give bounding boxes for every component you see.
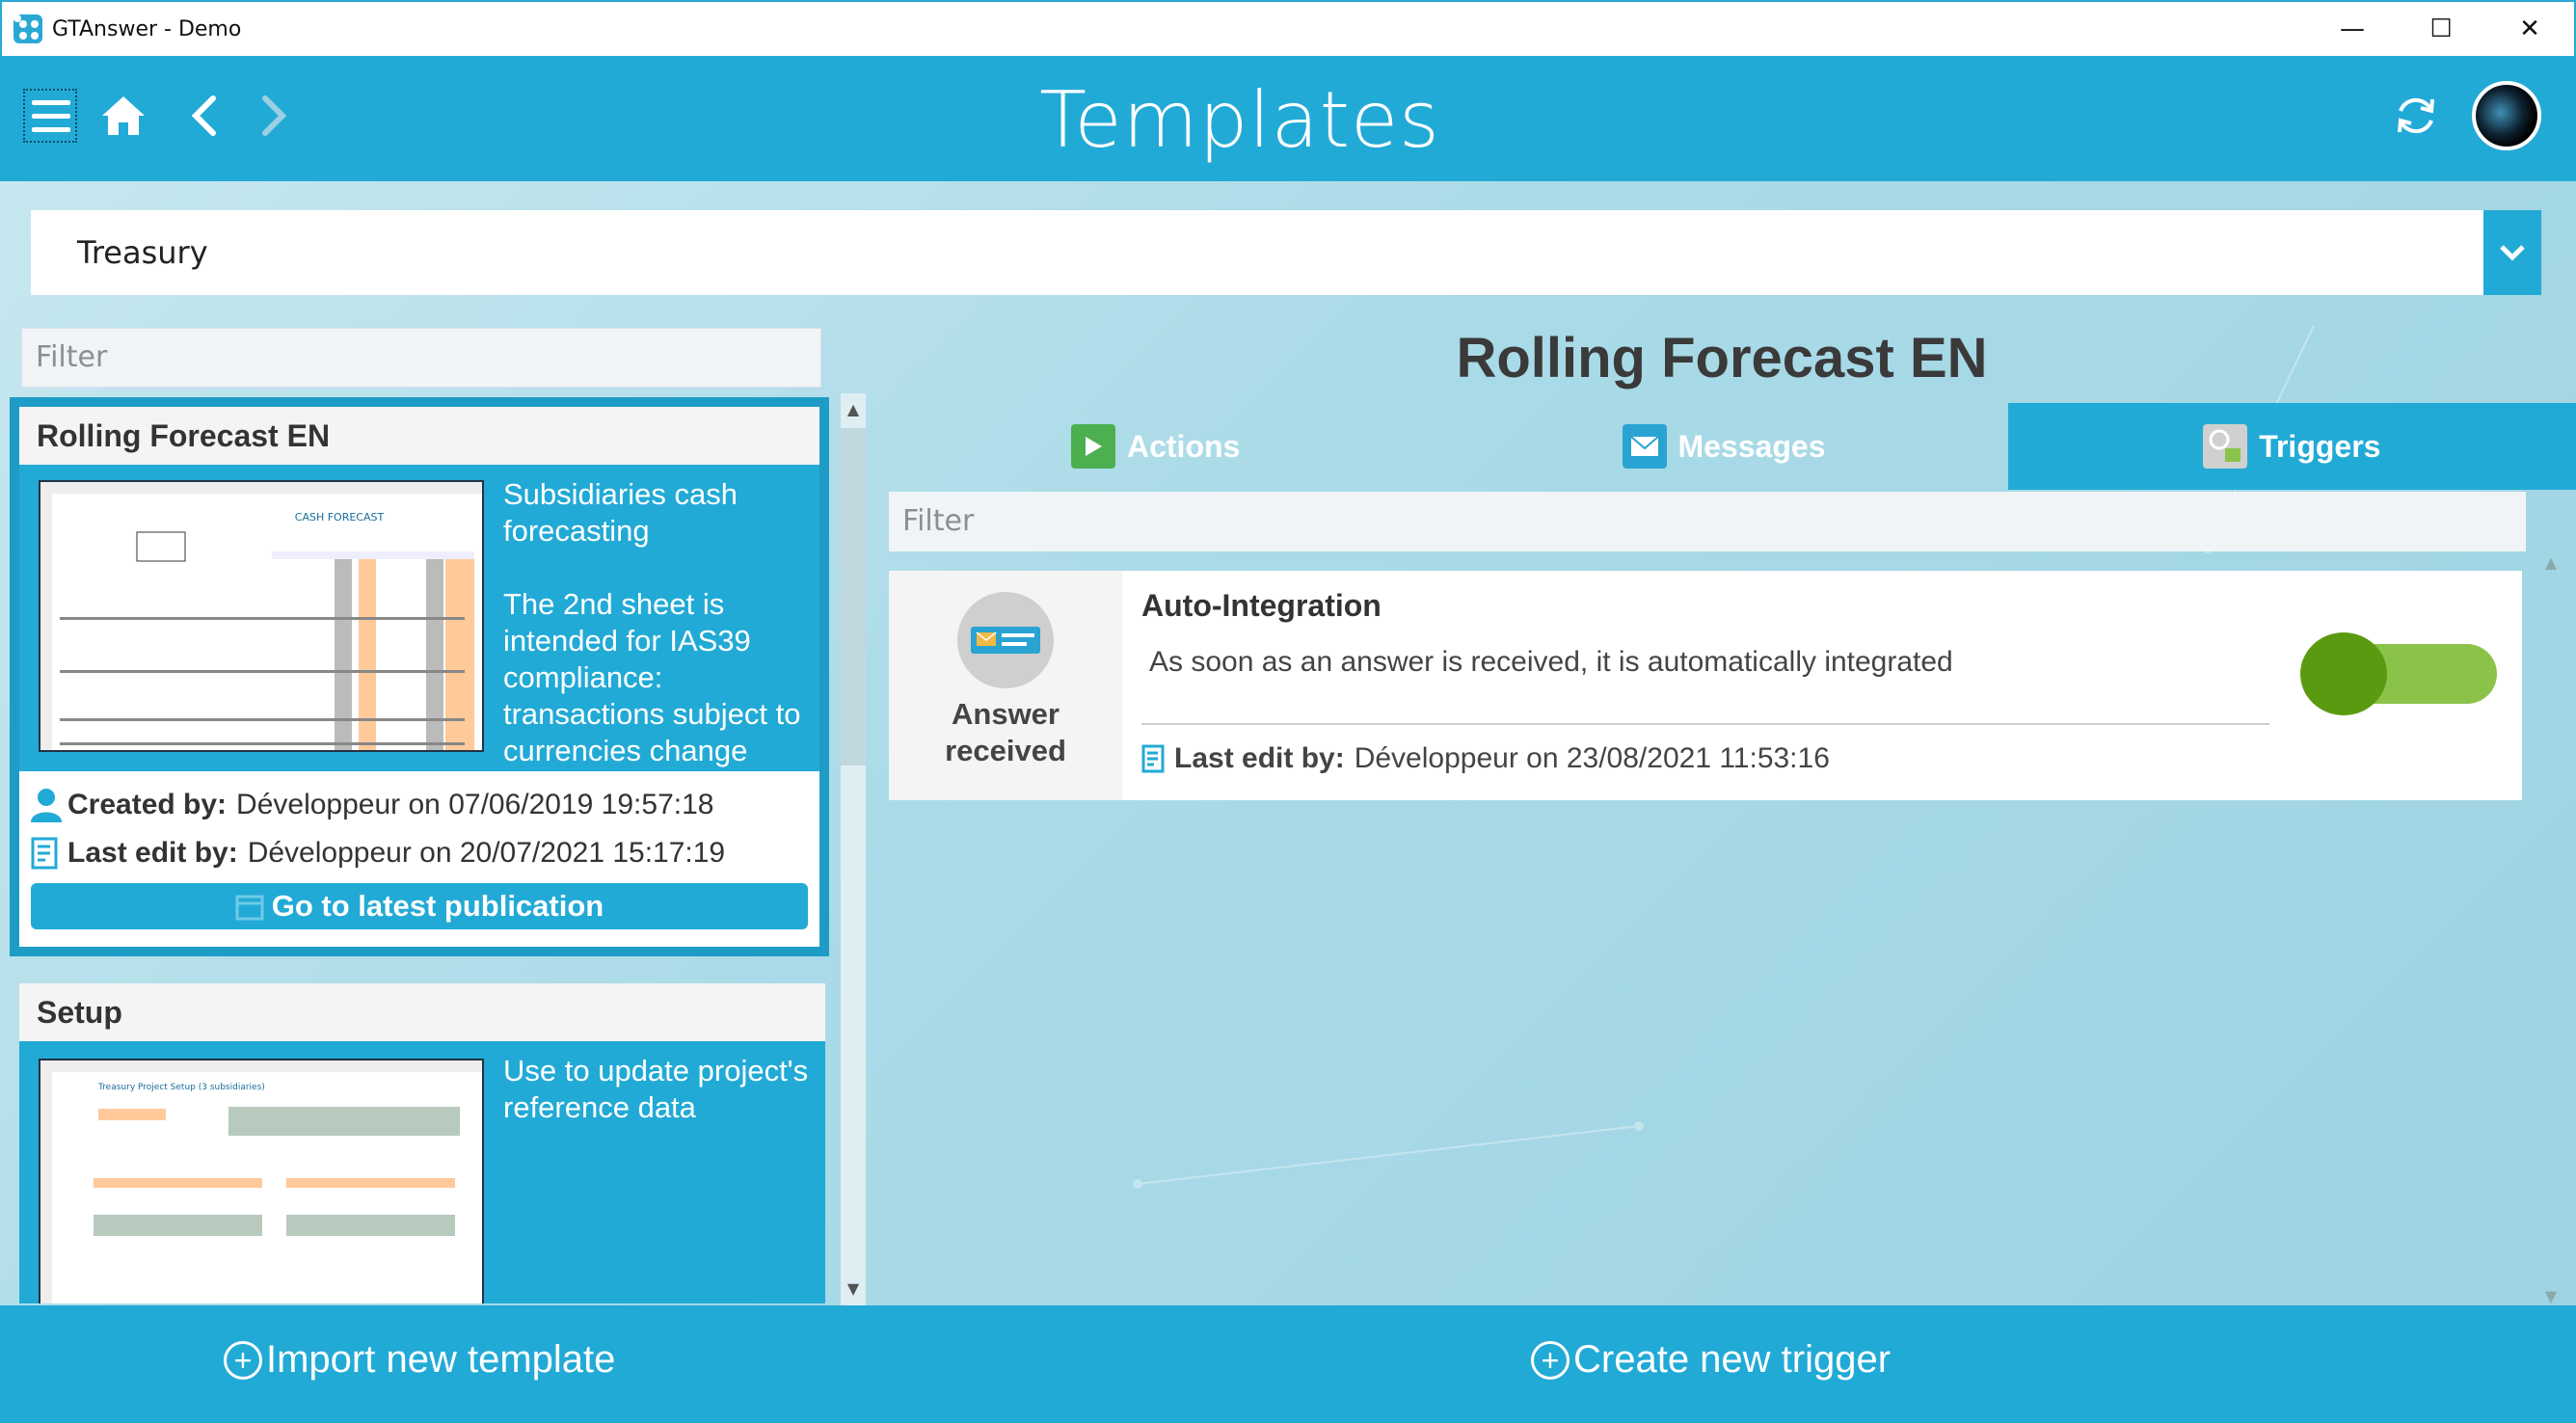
import-new-template-label: Import new template xyxy=(266,1338,616,1381)
template-detail-title: Rolling Forecast EN xyxy=(1456,327,1988,389)
create-new-trigger-button[interactable]: + Create new trigger xyxy=(1531,1338,1891,1382)
last-edit-label: Last edit by: xyxy=(67,837,238,869)
trigger-card[interactable]: Answer received Auto-Integration As soon… xyxy=(889,571,2522,800)
scroll-down-arrow-icon[interactable]: ▼ xyxy=(841,1276,866,1302)
trigger-name: Auto-Integration xyxy=(1141,588,1382,623)
add-circle-icon: + xyxy=(224,1340,262,1380)
detail-tabs: Actions Messages Triggers xyxy=(872,403,2576,490)
answer-received-icon xyxy=(957,592,1054,688)
scroll-down-arrow-icon[interactable]: ▼ xyxy=(2537,1287,2564,1305)
last-edit-value: Développeur on 20/07/2021 15:17:19 xyxy=(247,837,726,869)
refresh-icon xyxy=(2398,97,2434,134)
edit-document-icon xyxy=(31,837,58,870)
created-by-value: Développeur on 07/06/2019 19:57:18 xyxy=(236,789,714,820)
go-to-latest-publication-button[interactable]: Go to latest publication xyxy=(31,883,808,929)
created-by-label: Created by: xyxy=(67,789,228,820)
tab-triggers-label: Triggers xyxy=(2259,428,2381,464)
template-name: Setup xyxy=(19,983,825,1041)
template-card[interactable]: Setup Treasury Project Setup (3 subsidia… xyxy=(19,983,825,1303)
template-list: Rolling Forecast EN CASH FORECAST Subsid… xyxy=(10,397,829,1303)
tab-messages-label: Messages xyxy=(1677,428,1826,464)
trigger-last-edit-row: Last edit by: Développeur on 23/08/2021 … xyxy=(1141,742,1830,775)
play-icon xyxy=(1070,424,1115,469)
go-to-latest-publication-label: Go to latest publication xyxy=(271,889,604,923)
envelope-icon xyxy=(1622,424,1667,469)
trigger-description: As soon as an answer is received, it is … xyxy=(1149,646,1953,678)
bottom-action-bar: + Import new template + Create new trigg… xyxy=(0,1305,2576,1423)
trigger-enabled-toggle[interactable] xyxy=(2300,632,2497,715)
last-edit-row: Last edit by: Développeur on 20/07/2021 … xyxy=(31,829,808,877)
trigger-list-scrollbar[interactable]: ▲ ▼ xyxy=(2537,553,2564,1305)
toggle-knob xyxy=(2300,632,2387,715)
category-dropdown[interactable]: Treasury xyxy=(31,210,2541,295)
template-card-body: CASH FORECAST Subsidiaries cash forecast… xyxy=(19,465,819,771)
template-card[interactable]: Rolling Forecast EN CASH FORECAST Subsid… xyxy=(10,397,829,956)
scrollbar-thumb[interactable] xyxy=(841,428,866,765)
divider xyxy=(1141,723,2269,725)
scroll-up-arrow-icon[interactable]: ▲ xyxy=(841,397,866,422)
trigger-type-label: Answer received xyxy=(945,697,1066,767)
dropdown-toggle-button[interactable] xyxy=(2483,210,2541,295)
scroll-up-arrow-icon[interactable]: ▲ xyxy=(2537,553,2564,572)
trigger-icon xyxy=(2203,424,2248,469)
window-controls: — ☐ ✕ xyxy=(2308,1,2574,57)
close-button[interactable]: ✕ xyxy=(2485,1,2574,57)
calendar-icon xyxy=(235,895,264,921)
template-filter-input[interactable]: Filter xyxy=(21,328,821,388)
trigger-type-panel: Answer received xyxy=(889,571,1122,800)
add-circle-icon: + xyxy=(1531,1340,1570,1380)
import-new-template-button[interactable]: + Import new template xyxy=(224,1338,615,1382)
user-icon xyxy=(31,789,62,822)
window-titlebar: GTAnswer - Demo — ☐ ✕ xyxy=(0,0,2576,56)
trigger-last-edit-label: Last edit by: xyxy=(1174,742,1345,774)
thumbnail-title: CASH FORECAST xyxy=(295,511,385,524)
app-header: Templates xyxy=(0,56,2576,181)
created-by-row: Created by: Développeur on 07/06/2019 19… xyxy=(31,781,808,829)
trigger-filter-input[interactable]: Filter xyxy=(889,492,2526,551)
tab-actions[interactable]: Actions xyxy=(872,403,1439,490)
minimize-button[interactable]: — xyxy=(2308,1,2397,57)
template-name: Rolling Forecast EN xyxy=(19,407,819,465)
template-thumbnail: CASH FORECAST xyxy=(39,480,484,752)
tab-triggers[interactable]: Triggers xyxy=(2007,403,2576,490)
create-new-trigger-label: Create new trigger xyxy=(1573,1338,1892,1381)
user-avatar[interactable] xyxy=(2472,81,2541,150)
template-meta: Created by: Développeur on 07/06/2019 19… xyxy=(19,771,819,947)
page-title: Templates xyxy=(1039,75,1440,165)
app-logo-icon xyxy=(13,14,42,43)
trigger-last-edit-value: Développeur on 23/08/2021 11:53:16 xyxy=(1354,742,1830,774)
window-title: GTAnswer - Demo xyxy=(52,16,242,41)
tab-actions-label: Actions xyxy=(1126,428,1241,464)
template-list-scrollbar[interactable]: ▲ ▼ xyxy=(841,393,866,1305)
tab-messages[interactable]: Messages xyxy=(1439,403,2007,490)
category-selected-value: Treasury xyxy=(77,234,208,271)
refresh-button[interactable] xyxy=(2389,89,2443,143)
template-card-body: Treasury Project Setup (3 subsidiaries) … xyxy=(19,1041,825,1303)
chevron-down-icon xyxy=(2500,245,2525,261)
thumbnail-title: Treasury Project Setup (3 subsidiaries) xyxy=(97,1083,265,1092)
edit-document-icon xyxy=(1141,744,1165,773)
trigger-details: Auto-Integration As soon as an answer is… xyxy=(1122,571,2522,800)
template-thumbnail: Treasury Project Setup (3 subsidiaries) xyxy=(39,1059,484,1303)
maximize-button[interactable]: ☐ xyxy=(2397,1,2485,57)
template-description: Subsidiaries cash forecasting The 2nd sh… xyxy=(503,477,801,767)
template-description: Use to update project's reference data xyxy=(503,1054,809,1124)
